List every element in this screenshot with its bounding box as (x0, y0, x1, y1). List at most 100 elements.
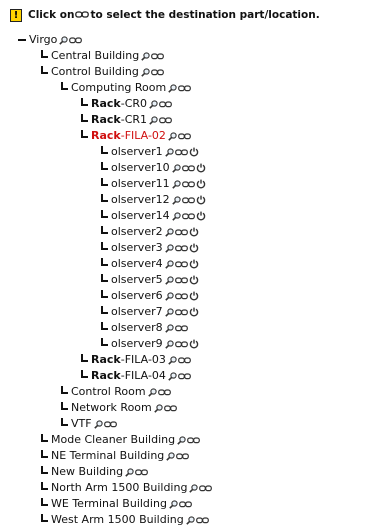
magnifier-icon[interactable] (168, 83, 177, 93)
tree-node-label[interactable]: olserver8 (111, 320, 163, 336)
power-icon[interactable] (189, 259, 199, 269)
link-icon[interactable] (174, 228, 188, 236)
tree-node-label[interactable]: New Building (51, 464, 123, 480)
power-icon[interactable] (189, 243, 199, 253)
tree-node-label[interactable]: olserver7 (111, 304, 163, 320)
power-icon[interactable] (189, 307, 199, 317)
tree-node-label[interactable]: Control Building (51, 64, 139, 80)
magnifier-icon[interactable] (168, 355, 177, 365)
link-icon[interactable] (135, 468, 149, 476)
magnifier-icon[interactable] (171, 211, 181, 221)
link-icon[interactable] (178, 84, 192, 92)
power-icon[interactable] (189, 147, 199, 157)
tree-node-label[interactable]: Central Building (51, 48, 139, 64)
link-icon[interactable] (69, 36, 83, 44)
tree-node-label[interactable]: Virgo (29, 32, 57, 48)
link-icon[interactable] (195, 516, 209, 524)
tree-node-label[interactable]: Rack-CR0 (91, 96, 147, 112)
tree-node-label[interactable]: Computing Room (71, 80, 166, 96)
link-icon[interactable] (174, 276, 188, 284)
magnifier-icon[interactable] (59, 35, 69, 45)
link-icon[interactable] (151, 52, 165, 60)
tree-node-label[interactable]: olserver14 (111, 208, 170, 224)
tree-node-label[interactable]: West Arm 1500 Building (51, 512, 184, 528)
magnifier-icon[interactable] (164, 275, 174, 285)
tree-node-label[interactable]: olserver12 (111, 192, 170, 208)
tree-node-label[interactable]: Network Room (71, 400, 152, 416)
link-icon[interactable] (181, 196, 195, 204)
tree-node-label[interactable]: Rack-FILA-03 (91, 352, 166, 368)
tree-node-label[interactable]: Rack-CR1 (91, 112, 147, 128)
link-icon[interactable] (178, 372, 191, 380)
power-icon[interactable] (196, 211, 206, 221)
power-icon[interactable] (189, 339, 199, 349)
magnifier-icon[interactable] (177, 435, 186, 445)
link-icon[interactable] (150, 68, 164, 76)
power-icon[interactable] (196, 195, 206, 205)
tree-node-label[interactable]: olserver1 (111, 144, 163, 160)
magnifier-icon[interactable] (149, 115, 158, 125)
magnifier-icon[interactable] (166, 451, 175, 461)
link-icon[interactable] (174, 148, 188, 156)
tree-node-label[interactable]: olserver6 (111, 288, 163, 304)
link-icon[interactable] (187, 436, 200, 444)
tree-node-label[interactable]: Rack-FILA-02 (91, 128, 166, 144)
link-icon[interactable] (174, 292, 188, 300)
tree-node-label[interactable]: North Arm 1500 Building (51, 480, 187, 496)
link-icon[interactable] (174, 244, 188, 252)
link-icon[interactable] (174, 340, 188, 348)
magnifier-icon[interactable] (169, 499, 178, 509)
link-icon[interactable] (174, 260, 188, 268)
magnifier-icon[interactable] (164, 339, 174, 349)
link-icon[interactable] (179, 500, 192, 508)
power-icon[interactable] (189, 227, 199, 237)
magnifier-icon[interactable] (171, 163, 181, 173)
tree-node-label[interactable]: olserver4 (111, 256, 163, 272)
magnifier-icon[interactable] (189, 483, 199, 493)
tree-node-label[interactable]: Rack-FILA-04 (91, 368, 166, 384)
link-icon[interactable] (178, 132, 191, 140)
link-icon[interactable] (181, 180, 195, 188)
magnifier-icon[interactable] (164, 307, 174, 317)
power-icon[interactable] (196, 179, 206, 189)
tree-node-label[interactable]: WE Terminal Building (51, 496, 167, 512)
magnifier-icon[interactable] (164, 227, 174, 237)
magnifier-icon[interactable] (141, 51, 150, 61)
power-icon[interactable] (189, 275, 199, 285)
magnifier-icon[interactable] (93, 419, 103, 429)
tree-node-label[interactable]: Mode Cleaner Building (51, 432, 175, 448)
power-icon[interactable] (189, 291, 199, 301)
link-icon[interactable] (174, 308, 188, 316)
magnifier-icon[interactable] (125, 467, 134, 477)
magnifier-icon[interactable] (164, 323, 174, 333)
tree-node-label[interactable]: VTF (71, 416, 92, 432)
link-icon[interactable] (157, 388, 171, 396)
magnifier-icon[interactable] (171, 195, 181, 205)
tree-node-label[interactable]: NE Terminal Building (51, 448, 164, 464)
link-icon[interactable] (163, 404, 177, 412)
magnifier-icon[interactable] (153, 403, 163, 413)
tree-node-label[interactable]: Control Room (71, 384, 146, 400)
link-icon[interactable] (176, 452, 190, 460)
magnifier-icon[interactable] (164, 291, 174, 301)
link-icon[interactable] (181, 164, 195, 172)
magnifier-icon[interactable] (164, 259, 174, 269)
tree-node-label[interactable]: olserver3 (111, 240, 163, 256)
link-icon[interactable] (181, 212, 195, 220)
tree-node-label[interactable]: olserver10 (111, 160, 170, 176)
tree-node-label[interactable]: olserver5 (111, 272, 163, 288)
power-icon[interactable] (196, 163, 206, 173)
link-icon[interactable] (103, 420, 117, 428)
tree-node-label[interactable]: olserver9 (111, 336, 163, 352)
magnifier-icon[interactable] (149, 99, 158, 109)
magnifier-icon[interactable] (168, 371, 177, 381)
magnifier-icon[interactable] (168, 131, 177, 141)
magnifier-icon[interactable] (147, 387, 157, 397)
magnifier-icon[interactable] (141, 67, 150, 77)
tree-node-label[interactable]: olserver2 (111, 224, 163, 240)
link-icon[interactable] (159, 100, 172, 108)
magnifier-icon[interactable] (185, 515, 195, 525)
magnifier-icon[interactable] (164, 147, 174, 157)
magnifier-icon[interactable] (171, 179, 181, 189)
collapse-toggle[interactable] (18, 32, 27, 48)
